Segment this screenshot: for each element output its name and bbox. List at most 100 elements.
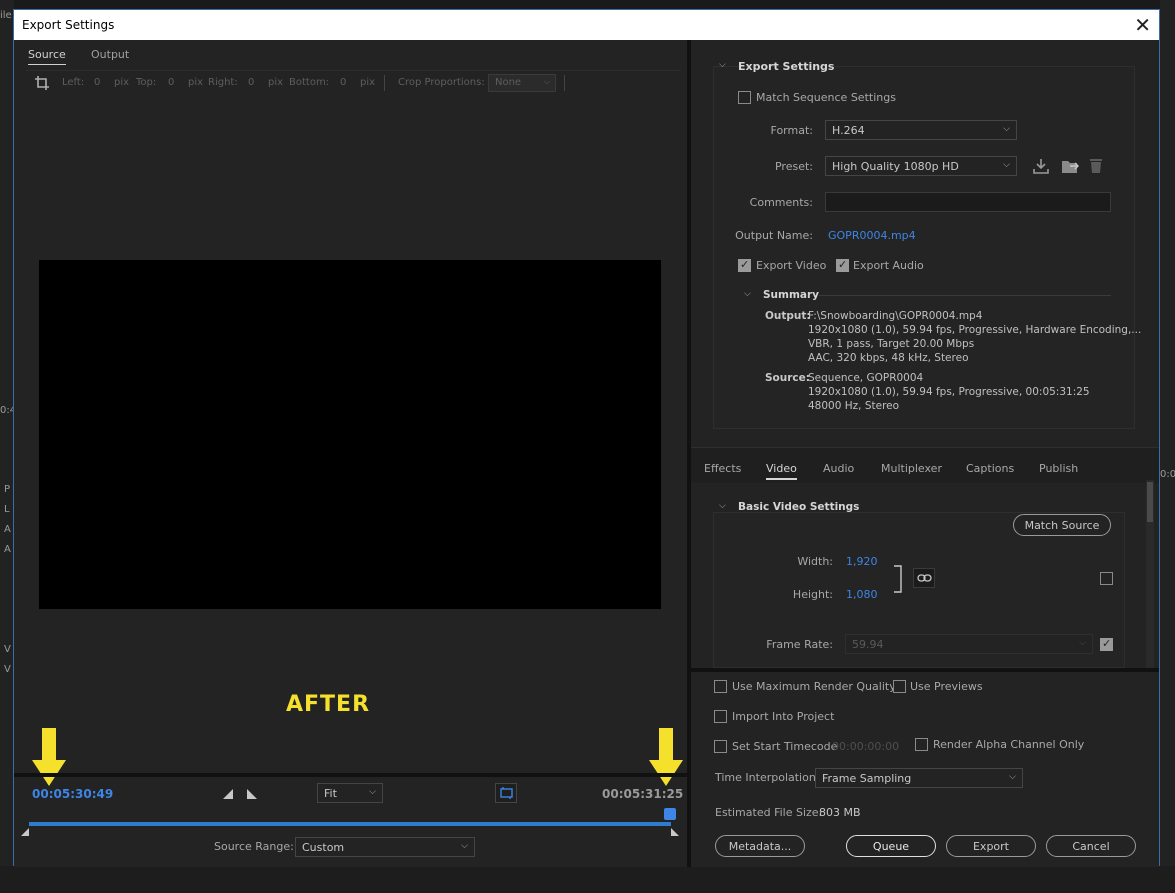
in-point-timecode[interactable]: 00:05:30:49	[32, 787, 113, 801]
preset-dropdown[interactable]: High Quality 1080p HD ⌵	[825, 156, 1017, 176]
set-start-timecode-checkbox[interactable]	[714, 740, 727, 753]
collapse-chevron-icon[interactable]: ⌵	[719, 501, 726, 511]
summary-output-line: 1920x1080 (1.0), 59.94 fps, Progressive,…	[808, 324, 1142, 336]
max-render-quality-checkbox[interactable]	[714, 680, 727, 693]
summary-source-label: Source:	[765, 372, 810, 384]
background-item: A	[4, 544, 11, 555]
tab-captions[interactable]: Captions	[966, 462, 1014, 475]
crop-bottom-value[interactable]: 0	[340, 77, 346, 88]
out-point-timecode[interactable]: 00:05:31:25	[602, 787, 683, 801]
frame-rate-override-checkbox[interactable]	[1100, 637, 1113, 651]
import-into-project-label: Import Into Project	[732, 710, 835, 723]
export-button[interactable]: Export	[946, 835, 1036, 857]
down-arrow-annotation-icon	[32, 728, 66, 786]
queue-button-label: Queue	[872, 840, 910, 853]
crop-left-value[interactable]: 0	[94, 77, 100, 88]
zoom-value: Fit	[324, 787, 337, 800]
render-alpha-checkbox[interactable]	[915, 738, 928, 751]
title-bar: Export Settings ✕	[14, 10, 1159, 40]
crop-left-label: Left:	[62, 77, 85, 88]
dimension-bracket-icon	[894, 565, 902, 593]
source-range-bar[interactable]	[29, 822, 671, 826]
summary-divider	[819, 295, 1111, 296]
background-item: A	[4, 524, 11, 535]
preset-value: High Quality 1080p HD	[832, 160, 959, 173]
constrain-proportions-button[interactable]	[913, 568, 935, 588]
chevron-down-icon: ⌵	[1079, 638, 1086, 648]
height-value[interactable]: 1,080	[846, 588, 878, 601]
aspect-toggle-button[interactable]	[495, 783, 517, 803]
tab-output[interactable]: Output	[91, 48, 129, 61]
tab-effects[interactable]: Effects	[704, 462, 741, 475]
export-audio-checkbox[interactable]	[836, 258, 849, 272]
settings-scrollbar-thumb[interactable]	[1147, 482, 1153, 522]
match-source-label: Match Source	[1024, 519, 1100, 532]
use-previews-checkbox[interactable]	[893, 680, 906, 693]
crop-proportions-label: Crop Proportions:	[398, 77, 485, 88]
crop-icon[interactable]	[34, 75, 50, 91]
match-sequence-label: Match Sequence Settings	[756, 91, 896, 104]
metadata-button[interactable]: Metadata...	[715, 835, 805, 857]
crop-top-value[interactable]: 0	[168, 77, 174, 88]
chevron-down-icon: ⌵	[1009, 772, 1016, 782]
queue-button[interactable]: Queue	[846, 835, 936, 857]
output-name-link[interactable]: GOPR0004.mp4	[828, 229, 916, 242]
import-into-project-checkbox[interactable]	[714, 710, 727, 723]
summary-output-line: VBR, 1 pass, Target 20.00 Mbps	[808, 338, 975, 350]
set-out-point-icon[interactable]	[246, 788, 258, 800]
save-preset-icon[interactable]	[1033, 158, 1049, 174]
metadata-button-label: Metadata...	[728, 840, 792, 853]
width-value[interactable]: 1,920	[846, 555, 878, 568]
close-icon[interactable]: ✕	[1134, 13, 1151, 37]
export-video-checkbox[interactable]	[738, 258, 751, 272]
video-preview	[39, 260, 661, 609]
width-height-override-checkbox[interactable]	[1100, 572, 1113, 585]
summary-output-line: AAC, 320 kbps, 48 kHz, Stereo	[808, 352, 969, 364]
chevron-down-icon: ⌵	[543, 77, 550, 86]
export-settings-heading: Export Settings	[738, 60, 835, 73]
tab-video[interactable]: Video	[766, 462, 797, 480]
dialog-title: Export Settings	[22, 18, 115, 32]
export-video-label: Export Video	[756, 259, 827, 272]
zoom-dropdown[interactable]: Fit ⌵	[317, 783, 383, 803]
tab-audio[interactable]: Audio	[823, 462, 854, 475]
match-source-button[interactable]: Match Source	[1013, 514, 1111, 536]
source-range-dropdown[interactable]: Custom ⌵	[295, 837, 475, 857]
link-icon	[917, 574, 932, 582]
crop-right-value[interactable]: 0	[248, 77, 254, 88]
delete-preset-icon[interactable]	[1089, 157, 1103, 174]
preview-pane: Source Output Left: 0 pix Top: 0 pix Rig…	[14, 40, 687, 867]
out-point-marker-icon[interactable]	[670, 827, 680, 837]
import-preset-icon[interactable]	[1061, 158, 1079, 174]
background-right-timecode-fragment: 0:0	[1160, 469, 1175, 480]
collapse-chevron-icon[interactable]: ⌵	[744, 289, 751, 299]
crop-toolbar: Left: 0 pix Top: 0 pix Right: 0 pix Bott…	[26, 70, 681, 94]
format-dropdown[interactable]: H.264 ⌵	[825, 120, 1017, 140]
in-point-marker-icon[interactable]	[20, 827, 30, 837]
background-item: L	[4, 504, 10, 515]
comments-field[interactable]	[825, 192, 1111, 212]
collapse-chevron-icon[interactable]: ⌵	[719, 60, 726, 70]
estimated-file-size-value: 803 MB	[819, 806, 861, 819]
crop-proportions-dropdown[interactable]: None ⌵	[488, 74, 556, 92]
tab-multiplexer[interactable]: Multiplexer	[881, 462, 942, 475]
width-label: Width:	[797, 555, 833, 568]
playhead-handle[interactable]	[664, 808, 676, 820]
frame-rate-dropdown[interactable]: 59.94 ⌵	[845, 634, 1093, 654]
start-timecode-value[interactable]: 00:00:00:00	[832, 740, 899, 753]
background-item: P	[4, 484, 11, 495]
frame-rate-label: Frame Rate:	[766, 638, 833, 651]
cancel-button[interactable]: Cancel	[1046, 835, 1136, 857]
set-in-point-icon[interactable]	[222, 788, 234, 800]
time-interpolation-dropdown[interactable]: Frame Sampling ⌵	[815, 768, 1023, 788]
crop-unit: pix	[188, 77, 204, 88]
chevron-down-icon: ⌵	[461, 841, 468, 851]
cancel-button-label: Cancel	[1072, 840, 1110, 853]
crop-unit: pix	[360, 77, 376, 88]
tab-source[interactable]: Source	[28, 48, 66, 65]
timeline-divider	[14, 773, 687, 777]
tab-publish[interactable]: Publish	[1039, 462, 1078, 475]
preset-label: Preset:	[774, 160, 813, 173]
background-app-left	[0, 0, 14, 893]
match-sequence-checkbox[interactable]	[738, 91, 751, 104]
